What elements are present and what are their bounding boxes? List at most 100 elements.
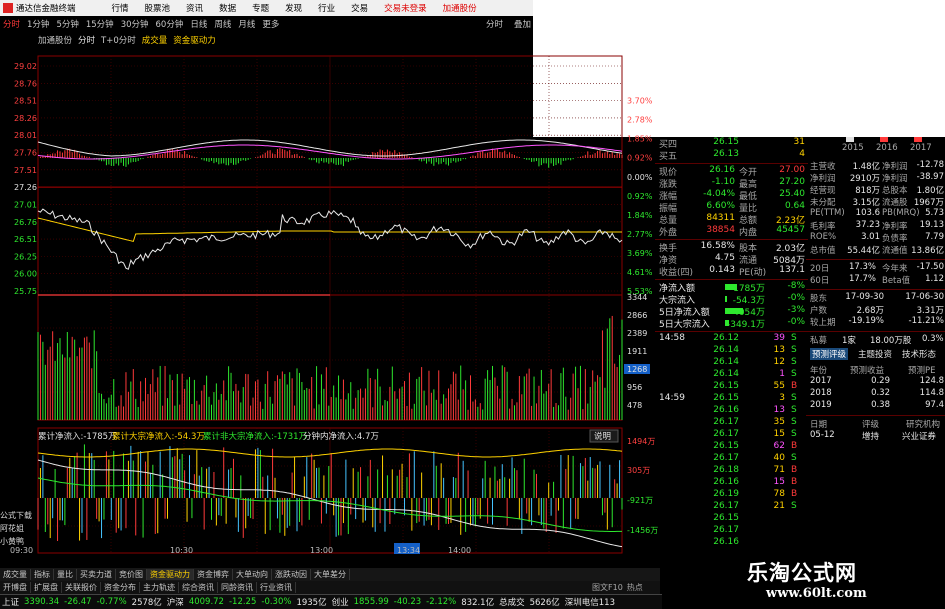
indicator-tab[interactable]: 资金驱动力 <box>147 569 194 580</box>
indicator-tab[interactable]: 量比 <box>54 569 77 580</box>
info-tab[interactable]: 关联报价 <box>62 582 101 593</box>
indicator-tab[interactable]: 成交量 <box>0 569 31 580</box>
indicator-label[interactable]: 成交量 <box>142 34 168 46</box>
chart-mode[interactable]: T+0分时 <box>101 34 136 46</box>
rating-value: 增持 <box>862 432 880 442</box>
explain-button-label[interactable]: 说明 <box>594 431 611 442</box>
fund-label-4: 分钟内净流入:4.7万 <box>303 431 379 442</box>
volume-tick-label: 1911 <box>627 347 647 356</box>
fund-tick-label: 305万 <box>627 466 650 475</box>
volume-tick-label: 3344 <box>627 293 647 302</box>
quote-row: 26.14 12 S <box>655 357 808 369</box>
watermark-title: 乐淘公式网 <box>747 560 857 585</box>
indicator-tab[interactable]: 指标 <box>31 569 54 580</box>
tick-volume: 13 <box>773 405 785 415</box>
side-link[interactable]: 阿花姐 <box>0 522 40 535</box>
separator <box>806 331 945 332</box>
period-tab[interactable]: 周线 <box>214 18 231 30</box>
f10-value: -11.21% <box>908 316 944 326</box>
stat-value: 0.143 <box>709 265 735 275</box>
status-item: 1855.99 <box>353 597 389 607</box>
f10-key: 较上期 <box>810 318 836 328</box>
period-tab[interactable]: 5分钟 <box>56 18 78 30</box>
menu-item[interactable]: 资讯 <box>178 2 211 14</box>
quote-row: 26.17 <box>655 525 808 537</box>
tick-volume: 15 <box>773 429 785 439</box>
indicator-tab[interactable]: 竞价图 <box>116 569 147 580</box>
side-link[interactable]: 小黄鸭 <box>0 535 40 548</box>
separator <box>655 279 808 280</box>
f10-row: 户数 2.68万 3.31万 <box>806 304 945 316</box>
menu-item[interactable]: 数据 <box>211 2 244 14</box>
info-tab[interactable]: 综合资讯 <box>179 582 218 593</box>
indicator-tab[interactable]: 大单差分 <box>311 569 350 580</box>
bid-label: 买五 <box>659 152 678 162</box>
period-tab[interactable]: 60分钟 <box>156 18 184 30</box>
period-tab[interactable]: 日线 <box>190 18 207 30</box>
tick-direction: S <box>791 453 797 463</box>
hotspot-tab[interactable]: 热点 <box>627 582 643 593</box>
period-right-tab[interactable]: 分时 <box>486 18 503 30</box>
percent-tick-label: 1.85% <box>627 135 653 144</box>
f10-value: 13.86亿 <box>911 246 944 256</box>
fund-label-3: 累计非大宗净流入:-1731万 <box>203 431 307 442</box>
percent-tick-label: 1.84% <box>627 211 653 220</box>
forecast-header: 预测收益 <box>850 366 885 376</box>
menu-item[interactable]: 专题 <box>244 2 277 14</box>
info-tab[interactable]: 同龄资讯 <box>218 582 257 593</box>
intraday-chart[interactable]: 29.02 28.76 28.51 28.26 28.01 27.76 27.51 27.26… <box>0 48 660 558</box>
f10-tab[interactable]: 主题投资 <box>856 348 894 360</box>
indicator-label[interactable]: 资金驱动力 <box>173 34 216 46</box>
volume-tick-label: 1268 <box>627 365 647 374</box>
f10-key: 总市值 <box>810 246 836 256</box>
indicator-tab[interactable]: 大单动向 <box>233 569 272 580</box>
indicator-tab[interactable]: 涨跌动因 <box>272 569 311 580</box>
info-tab[interactable]: 扩展盘 <box>31 582 62 593</box>
chart-mode[interactable]: 分时 <box>78 34 95 46</box>
menu-item[interactable]: 行业 <box>310 2 343 14</box>
f10-key: 总股本 <box>882 186 908 196</box>
f10-tab[interactable]: 技术形态 <box>900 348 938 360</box>
info-tab[interactable]: 资金分布 <box>101 582 140 593</box>
info-tab[interactable]: 行业资讯 <box>257 582 296 593</box>
flow-bar <box>725 284 737 290</box>
status-item: 上证 <box>2 598 20 608</box>
indicator-tab[interactable]: 资金博弈 <box>194 569 233 580</box>
side-link[interactable]: 公式下载 <box>0 509 40 522</box>
quote-row: 26.15 62 B <box>655 441 808 453</box>
f10-row: 2015 2016 2017 <box>806 143 945 155</box>
volume-tick-label: 478 <box>627 401 642 410</box>
menu-item[interactable]: 发现 <box>277 2 310 14</box>
f10-value: 1.80亿 <box>916 186 944 196</box>
overlay-tab[interactable]: 叠加 <box>514 18 531 30</box>
price-tick-label: 26.00 <box>14 270 37 279</box>
menu-item[interactable]: 交易 <box>343 2 376 14</box>
f10-tab[interactable]: 图文F10 <box>592 582 623 593</box>
menu-item[interactable]: 行情 <box>104 2 137 14</box>
tick-direction: S <box>791 369 797 379</box>
menu-item[interactable]: 股票池 <box>137 2 179 14</box>
f10-tab[interactable]: 预测评级 <box>810 348 849 360</box>
info-tab[interactable]: 主力轨迹 <box>140 582 179 593</box>
period-tab[interactable]: 15分钟 <box>86 18 114 30</box>
stat-value: 27.00 <box>779 165 805 175</box>
f10-row: 20日 17.3% 今年来 -17.50 <box>806 262 945 274</box>
tick-price: 26.16 <box>713 477 739 487</box>
tick-price: 26.19 <box>713 489 739 499</box>
period-tab[interactable]: 更多 <box>262 18 279 30</box>
volume-tick-label: 2866 <box>627 311 647 320</box>
period-tab[interactable]: 1分钟 <box>27 18 49 30</box>
period-tab[interactable]: 分时 <box>3 18 20 30</box>
fund-label-1: 累计净流入:-1785万 <box>38 431 117 442</box>
time-tick-label: 13:00 <box>310 546 333 555</box>
rating-org: 兴业证券 <box>902 432 937 442</box>
tick-volume: 71 <box>773 465 785 475</box>
status-item: 创业 <box>331 598 349 608</box>
login-status[interactable]: 交易未登录 <box>376 2 435 14</box>
info-tab[interactable]: 开博盘 <box>0 582 31 593</box>
period-tab[interactable]: 30分钟 <box>121 18 149 30</box>
period-tab[interactable]: 月线 <box>238 18 255 30</box>
f10-key: 股东 <box>810 294 828 304</box>
indicator-tab[interactable]: 买卖力道 <box>77 569 116 580</box>
f10-value: 18.00万股 <box>870 336 912 346</box>
